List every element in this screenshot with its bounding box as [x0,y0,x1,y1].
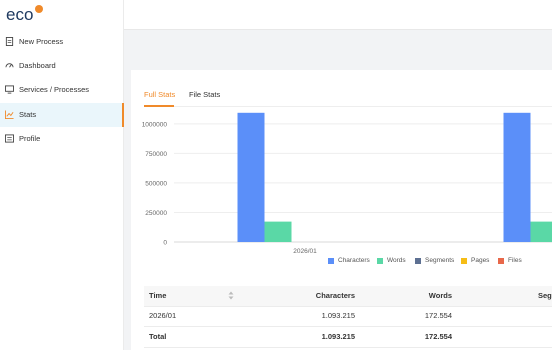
cell-total-label: Total [149,332,167,341]
sidebar-item-label: Dashboard [19,61,56,70]
legend-item-files[interactable]: Files [498,257,522,264]
sidebar-item-dashboard[interactable]: Dashboard [0,54,123,78]
legend-item-segments[interactable]: Segments [415,257,454,264]
legend-swatch [461,257,467,264]
legend-label: Segments [425,257,455,264]
sidebar-item-profile[interactable]: Profile [0,127,123,151]
column-header-words: Words [428,291,452,300]
legend-label: Characters [338,257,370,264]
stats-card: Full Stats File Stats 0 250000 500000 75000… [131,70,552,350]
column-header-characters: Characters [315,291,355,300]
sidebar-item-label: New Process [19,37,64,46]
sidebar-item-label: Stats [19,110,37,119]
row-divider [144,306,552,307]
top-bar [124,0,552,30]
legend-swatch [415,257,421,264]
monitor-icon [5,85,14,94]
stats-bar-chart: 0 250000 500000 750000 1000000 2026/01 [142,112,552,255]
y-tick-label: 250000 [145,210,167,217]
cell-time: 2026/01 [149,311,177,320]
sidebar-item-new-process[interactable]: New Process [0,30,123,54]
sidebar-item-services-processes[interactable]: Services / Processes [0,78,123,102]
sidebar-item-label: Services / Processes [19,85,90,94]
legend-item-characters[interactable]: Characters [328,257,370,264]
legend-item-words[interactable]: Words [377,257,406,264]
column-header-time[interactable]: Time [149,291,166,301]
cell-total-characters: 1.093.215 [321,332,355,341]
row-divider [144,347,552,348]
cell-total-words: 172.554 [424,332,452,341]
document-icon [5,37,14,46]
bar-words [264,221,292,242]
sidebar: eco New Process Dashboard Services / Pro… [0,0,124,350]
legend-label: Files [508,257,522,264]
legend-swatch [498,257,504,264]
eco-logo[interactable]: eco [6,3,46,25]
y-tick-label: 750000 [145,151,167,158]
x-tick-label: 2026/01 [293,248,317,255]
legend-item-pages[interactable]: Pages [461,257,489,264]
column-header-segments: Segme [538,291,552,300]
y-tick-label: 0 [163,240,167,247]
legend-label: Words [387,257,406,264]
cell-words: 172.554 [424,311,452,320]
stats-icon [5,110,14,119]
bar-words-next [530,221,552,242]
profile-icon [5,134,14,143]
legend-swatch [328,257,334,264]
sidebar-item-label: Profile [19,134,41,143]
tab-file-stats[interactable]: File Stats [189,90,220,100]
legend-label: Pages [471,257,490,264]
cell-characters: 1.093.215 [321,311,355,320]
sort-icon[interactable] [228,291,234,300]
dashboard-icon [5,63,14,68]
bar-characters [237,112,265,242]
y-tick-label: 1000000 [142,121,168,128]
tab-divider [144,106,552,107]
bar-characters-next [503,112,531,242]
main-area: Full Stats File Stats 0 250000 500000 75000… [124,0,552,350]
logo-text: eco [6,5,33,24]
y-tick-label: 500000 [145,180,167,187]
active-tab-indicator [144,105,174,107]
sidebar-item-stats[interactable]: Stats [0,103,124,127]
tab-full-stats[interactable]: Full Stats [144,90,175,100]
legend-swatch [377,257,383,264]
row-divider [144,326,552,327]
